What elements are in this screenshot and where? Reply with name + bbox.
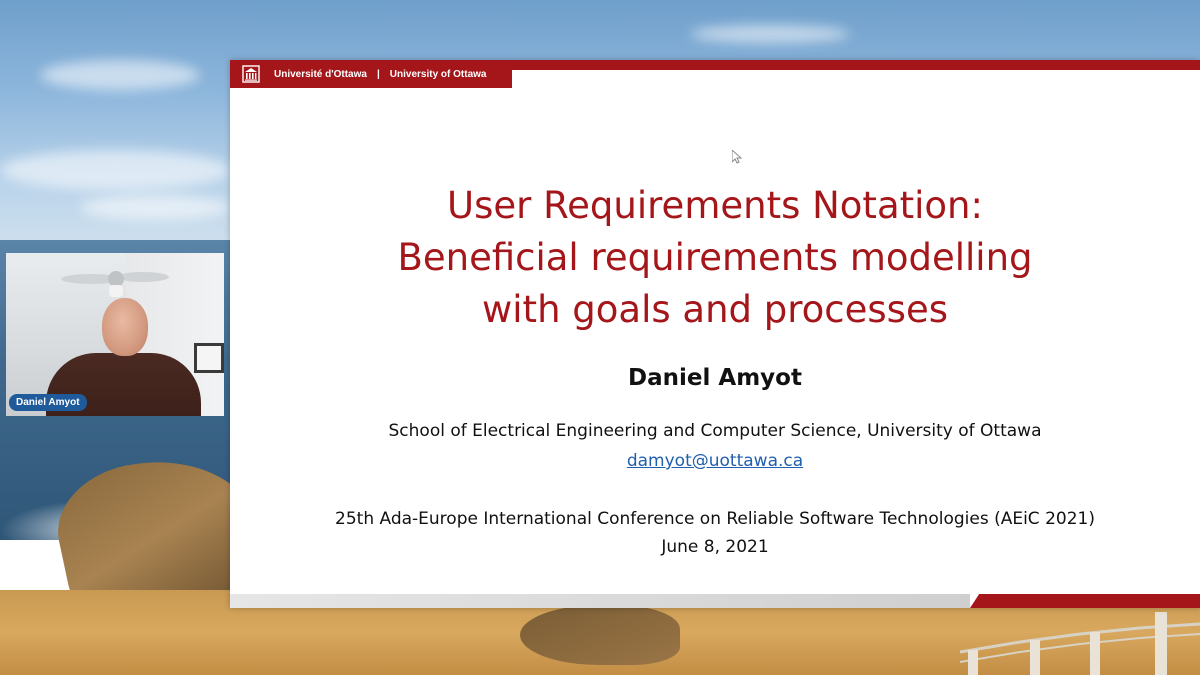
author-name: Daniel Amyot xyxy=(628,365,802,391)
university-header-tab: Université d'Ottawa | University of Otta… xyxy=(230,60,512,88)
person-head xyxy=(102,298,148,356)
presentation-date: June 8, 2021 xyxy=(661,537,769,557)
slide-title: User Requirements Notation: Beneficial r… xyxy=(230,180,1200,336)
cloud xyxy=(0,150,230,190)
slide-title-line: with goals and processes xyxy=(482,288,948,331)
conference-name: 25th Ada-Europe International Conference… xyxy=(335,509,1095,529)
ceiling-fan xyxy=(61,271,169,297)
cloud xyxy=(80,195,230,220)
cloud xyxy=(40,60,200,90)
university-name-en: University of Ottawa xyxy=(389,68,487,80)
slide-footer-bar xyxy=(230,594,970,608)
railing xyxy=(960,612,1200,675)
picture-frame xyxy=(194,343,224,373)
slide-title-line: User Requirements Notation: xyxy=(447,184,983,227)
rocks xyxy=(520,605,680,665)
email-link[interactable]: damyot@uottawa.ca xyxy=(627,451,803,471)
participant-video[interactable] xyxy=(6,253,224,416)
university-name-fr: Université d'Ottawa xyxy=(274,68,367,80)
header-separator: | xyxy=(376,68,380,80)
participant-name-badge: Daniel Amyot xyxy=(9,394,87,411)
author-affiliation: School of Electrical Engineering and Com… xyxy=(388,421,1042,441)
author-email: damyot@uottawa.ca xyxy=(230,451,1200,471)
presentation-slide: Université d'Ottawa | University of Otta… xyxy=(230,60,1200,608)
slide-title-line: Beneficial requirements modelling xyxy=(397,236,1033,279)
cloud xyxy=(690,25,850,43)
slide-footer-accent xyxy=(970,594,1200,608)
university-building-icon xyxy=(242,65,260,83)
mouse-cursor-icon xyxy=(731,148,743,167)
